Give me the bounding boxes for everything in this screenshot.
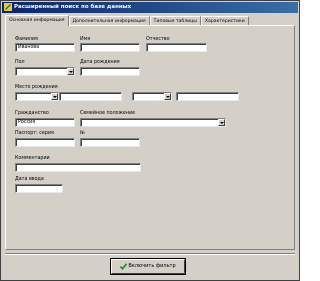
- chevron-down-icon[interactable]: [218, 119, 225, 126]
- chevron-down-icon[interactable]: [164, 93, 171, 100]
- sex-label: Пол: [15, 60, 25, 65]
- family-status-select[interactable]: [80, 118, 226, 127]
- birthplace-country-select[interactable]: [15, 92, 59, 101]
- name-field[interactable]: [80, 43, 140, 52]
- tab-main-info[interactable]: Основная информация: [5, 15, 69, 26]
- comment-label: Комментарии: [15, 156, 50, 161]
- apply-filter-button[interactable]: Включить фильтр: [111, 259, 185, 274]
- birthplace-district-select[interactable]: [132, 92, 172, 101]
- birthplace-city-field[interactable]: [176, 92, 239, 101]
- sex-select[interactable]: [15, 67, 75, 76]
- chevron-down-icon[interactable]: [51, 93, 58, 100]
- birthplace-label: Место рождения: [15, 85, 58, 90]
- citizenship-field[interactable]: Россия: [15, 118, 75, 127]
- passport-series-field[interactable]: [15, 138, 75, 147]
- passport-number-label: №: [80, 131, 85, 136]
- main-info-panel: Фамилия Иванова Имя Отчество Пол Дата ро…: [5, 25, 295, 250]
- entry-date-field[interactable]: [15, 184, 63, 193]
- family-status-label: Семейное положение: [80, 111, 136, 116]
- bottom-separator: [5, 253, 295, 255]
- search-window: Расширенный поиск по базе данных Основна…: [0, 0, 300, 281]
- entry-date-label: Дата ввода: [15, 177, 44, 182]
- passport-series-label: Паспорт: серия: [15, 131, 54, 136]
- window-titlebar[interactable]: Расширенный поиск по базе данных: [2, 2, 298, 13]
- app-icon: [4, 3, 12, 11]
- checkmark-icon: [120, 263, 127, 270]
- window-title: Расширенный поиск по базе данных: [14, 4, 132, 10]
- citizenship-label: Гражданство: [15, 111, 49, 116]
- comment-field[interactable]: [15, 163, 141, 172]
- patronymic-field[interactable]: [146, 43, 207, 52]
- surname-field[interactable]: Иванова: [15, 43, 75, 52]
- birthdate-field[interactable]: [80, 67, 140, 76]
- birthplace-region-field[interactable]: [59, 92, 122, 101]
- passport-number-field[interactable]: [80, 138, 140, 147]
- birthdate-label: Дата рождения: [80, 60, 120, 65]
- apply-filter-label: Включить фильтр: [128, 263, 176, 269]
- chevron-down-icon[interactable]: [67, 68, 74, 75]
